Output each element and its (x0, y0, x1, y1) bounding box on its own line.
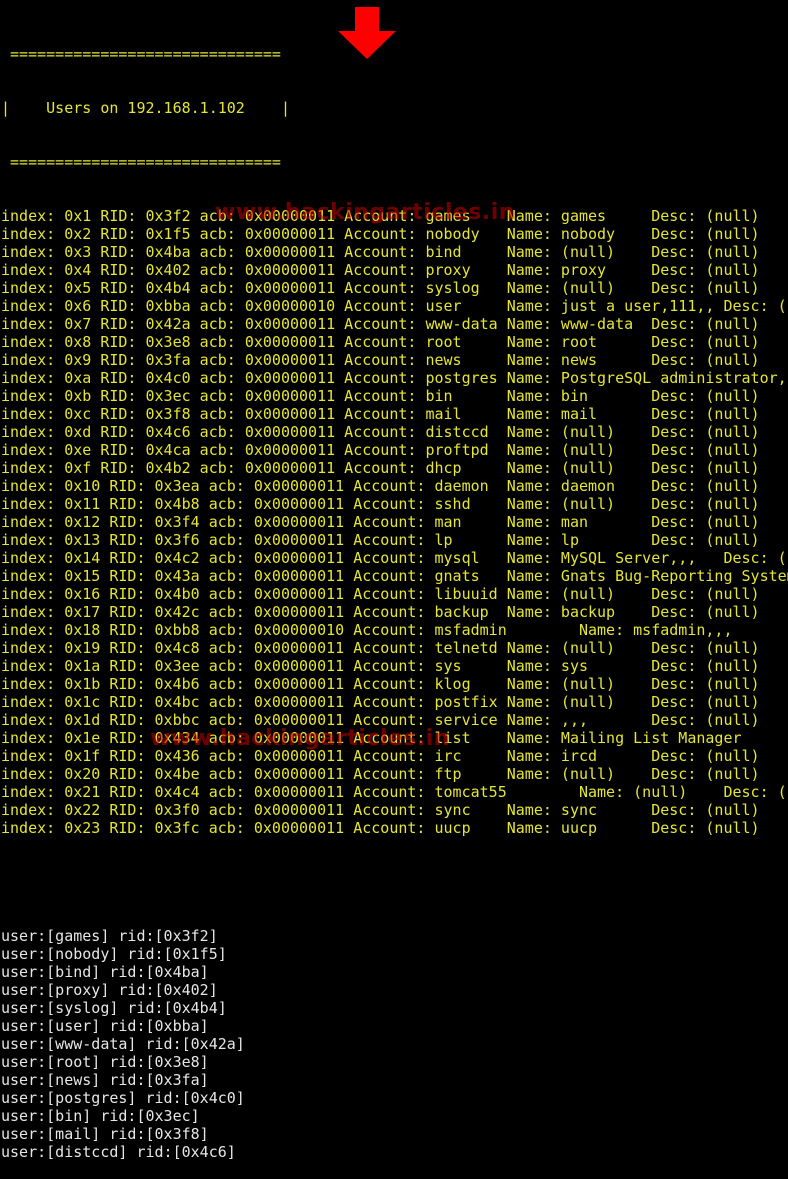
enum-line: index: 0xd RID: 0x4c6 acb: 0x00000011 Ac… (1, 423, 760, 441)
enum-line: index: 0x7 RID: 0x42a acb: 0x00000011 Ac… (1, 315, 760, 333)
user-rid-line: user:[bin] rid:[0x3ec] (1, 1107, 200, 1125)
enum-line: index: 0x8 RID: 0x3e8 acb: 0x00000011 Ac… (1, 333, 760, 351)
enum-line: index: 0x1a RID: 0x3ee acb: 0x00000011 A… (1, 657, 760, 675)
enum-line: index: 0x15 RID: 0x43a acb: 0x00000011 A… (1, 567, 788, 585)
header-title: | Users on 192.168.1.102 | (1, 99, 290, 117)
enum-line: index: 0x16 RID: 0x4b0 acb: 0x00000011 A… (1, 585, 760, 603)
enum-line: index: 0x19 RID: 0x4c8 acb: 0x00000011 A… (1, 639, 760, 657)
enum-line: index: 0x3 RID: 0x4ba acb: 0x00000011 Ac… (1, 243, 760, 261)
user-rid-line: user:[user] rid:[0xbba] (1, 1017, 209, 1035)
header-rule-bottom: ============================== (1, 153, 281, 171)
enum-line: index: 0xb RID: 0x3ec acb: 0x00000011 Ac… (1, 387, 760, 405)
enum-line: index: 0x20 RID: 0x4be acb: 0x00000011 A… (1, 765, 760, 783)
user-rid-line: user:[proxy] rid:[0x402] (1, 981, 218, 999)
enum-line: index: 0x5 RID: 0x4b4 acb: 0x00000011 Ac… (1, 279, 760, 297)
enum-line: index: 0x11 RID: 0x4b8 acb: 0x00000011 A… (1, 495, 760, 513)
enum-line: index: 0x14 RID: 0x4c2 acb: 0x00000011 A… (1, 549, 788, 567)
rid-user-list: user:[games] rid:[0x3f2] user:[nobody] ri… (1, 927, 788, 1161)
user-rid-line: user:[postgres] rid:[0x4c0] (1, 1089, 245, 1107)
enum-line: index: 0x21 RID: 0x4c4 acb: 0x00000011 A… (1, 783, 788, 801)
enum-line: index: 0x10 RID: 0x3ea acb: 0x00000011 A… (1, 477, 760, 495)
enum-line: index: 0x1c RID: 0x4bc acb: 0x00000011 A… (1, 693, 760, 711)
enum-line: index: 0x12 RID: 0x3f4 acb: 0x00000011 A… (1, 513, 760, 531)
enum-line: index: 0x9 RID: 0x3fa acb: 0x00000011 Ac… (1, 351, 760, 369)
user-rid-line: user:[syslog] rid:[0x4b4] (1, 999, 227, 1017)
terminal-output: ============================== | Users o… (1, 9, 788, 1179)
enum-line: index: 0x2 RID: 0x1f5 acb: 0x00000011 Ac… (1, 225, 760, 243)
user-rid-line: user:[news] rid:[0x3fa] (1, 1071, 209, 1089)
user-rid-line: user:[root] rid:[0x3e8] (1, 1053, 209, 1071)
enum-line: index: 0x22 RID: 0x3f0 acb: 0x00000011 A… (1, 801, 760, 819)
enum-line: index: 0x23 RID: 0x3fc acb: 0x00000011 A… (1, 819, 760, 837)
enum-line: index: 0x6 RID: 0xbba acb: 0x00000010 Ac… (1, 297, 788, 315)
watermark-text: www.hackingarticles.in (215, 200, 515, 225)
enum-line: index: 0xe RID: 0x4ca acb: 0x00000011 Ac… (1, 441, 760, 459)
enum-line: index: 0xa RID: 0x4c0 acb: 0x00000011 Ac… (1, 369, 788, 387)
user-rid-line: user:[games] rid:[0x3f2] (1, 927, 218, 945)
enum-line: index: 0x18 RID: 0xbb8 acb: 0x00000010 A… (1, 621, 733, 639)
enum-line: index: 0x4 RID: 0x402 acb: 0x00000011 Ac… (1, 261, 760, 279)
user-rid-line: user:[mail] rid:[0x3f8] (1, 1125, 209, 1143)
user-rid-line: user:[distccd] rid:[0x4c6] (1, 1143, 236, 1161)
enum-line: index: 0xf RID: 0x4b2 acb: 0x00000011 Ac… (1, 459, 760, 477)
user-rid-line: user:[bind] rid:[0x4ba] (1, 963, 209, 981)
enum-line: index: 0x1b RID: 0x4b6 acb: 0x00000011 A… (1, 675, 760, 693)
user-rid-line: user:[www-data] rid:[0x42a] (1, 1035, 245, 1053)
user-rid-line: user:[nobody] rid:[0x1f5] (1, 945, 227, 963)
enum-line: index: 0x13 RID: 0x3f6 acb: 0x00000011 A… (1, 531, 760, 549)
enum-line: index: 0x17 RID: 0x42c acb: 0x00000011 A… (1, 603, 760, 621)
enum-line: index: 0xc RID: 0x3f8 acb: 0x00000011 Ac… (1, 405, 760, 423)
down-arrow-icon (338, 7, 396, 59)
watermark-text: www.hackingarticles.in (150, 726, 450, 751)
